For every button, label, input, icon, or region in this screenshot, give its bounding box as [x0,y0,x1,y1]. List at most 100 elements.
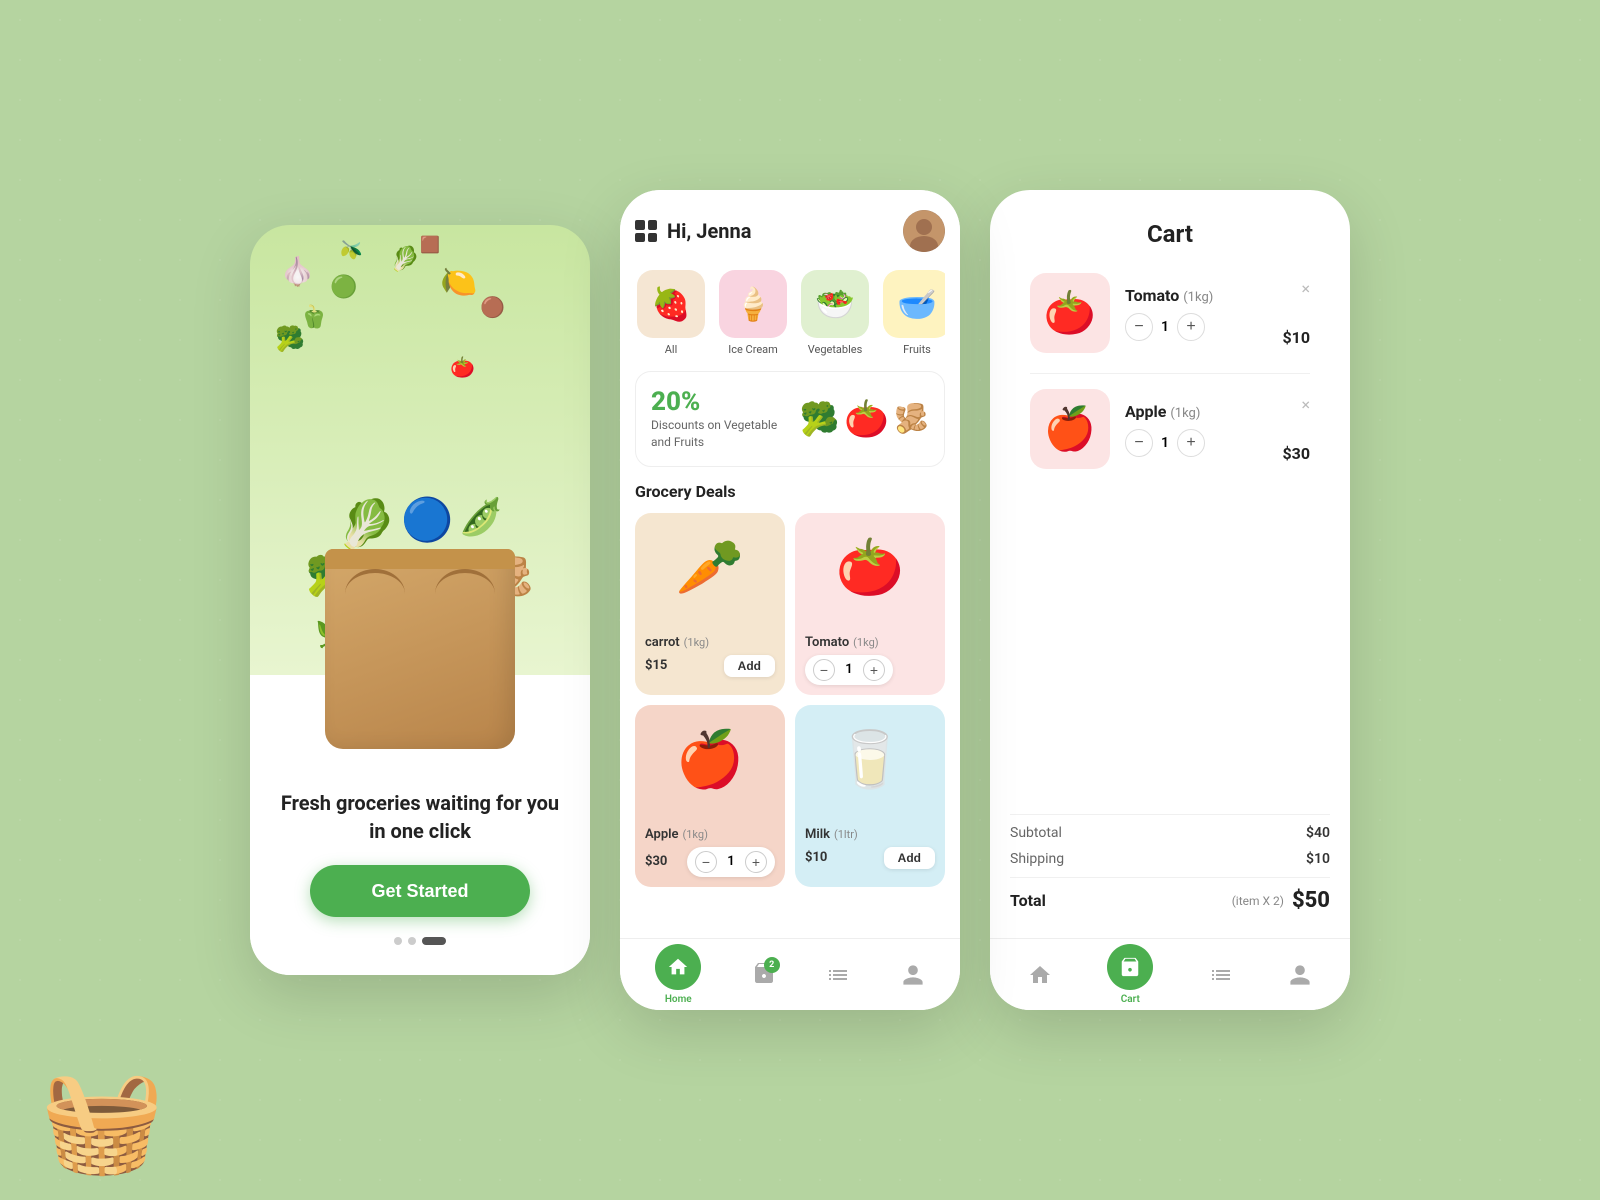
cart-divider-1 [1030,373,1310,374]
screen-cart: Cart 🍅 Tomato (1kg) − 1 + [990,190,1350,1010]
profile-nav-icon [901,963,925,987]
carrot-image: 🥕 [635,513,785,623]
category-all-emoji: 🍓 [651,285,691,323]
apple-emoji: 🍎 [676,728,744,792]
category-fruits-icon: 🥣 [883,270,945,338]
promo-text: 20% Discounts on Vegetable and Fruits [651,387,781,451]
cart-apple-qty: − 1 + [1125,429,1267,457]
dot-active [422,937,446,945]
summary-divider-top [1010,814,1330,815]
cart-apple-increase[interactable]: + [1177,429,1205,457]
header-left: Hi, Jenna [635,219,751,243]
cart-item-tomato: 🍅 Tomato (1kg) − 1 + × $10 [1030,273,1310,353]
cart-tomato-decrease[interactable]: − [1125,313,1153,341]
products-grid: 🥕 carrot (1kg) $15 Add [635,513,945,897]
tomato-increase-button[interactable]: + [863,659,885,681]
nav-profile[interactable] [901,963,925,987]
category-fruits[interactable]: 🥣 Fruits [881,270,945,356]
nav-list[interactable] [826,963,850,987]
tomato-qty-control: − 1 + [805,655,893,685]
cart-apple-decrease[interactable]: − [1125,429,1153,457]
apple-decrease-button[interactable]: − [695,851,717,873]
category-icecream-icon: 🍦 [719,270,787,338]
tomato-qty: 1 [843,662,855,677]
apple-qty-control: − 1 + [687,847,775,877]
category-icecream[interactable]: 🍦 Ice Cream [717,270,789,356]
cart-content: Cart 🍅 Tomato (1kg) − 1 + [990,190,1350,809]
cart-tomato-qty-num: 1 [1161,319,1169,335]
cart-apple-name: Apple [1125,402,1166,421]
summary-shipping-row: Shipping $10 [1010,851,1330,867]
carrot-add-button[interactable]: Add [724,655,775,677]
user-avatar[interactable] [903,210,945,252]
category-all[interactable]: 🍓 All [635,270,707,356]
home-nav-label: Home [665,994,692,1005]
home-header: Hi, Jenna [635,210,945,252]
cart-apple-right: × $30 [1282,395,1310,463]
grocery-deals-title: Grocery Deals [635,482,945,501]
cart-tomato-increase[interactable]: + [1177,313,1205,341]
cart-nav-label: Cart [1121,994,1140,1005]
promo-images: 🥦 🍅 🫚 [799,398,929,440]
bottom-nav-cart: Cart [990,938,1350,1010]
promo-description: Discounts on Vegetable and Fruits [651,417,781,451]
cart-tomato-qty: − 1 + [1125,313,1267,341]
bottom-nav-home: Home 2 [620,938,960,1010]
cart-icon-svg [1119,956,1141,978]
nav-home[interactable]: Home [655,944,701,1005]
apple-increase-button[interactable]: + [745,851,767,873]
category-vegetables[interactable]: 🥗 Vegetables [799,270,871,356]
product-card-carrot: 🥕 carrot (1kg) $15 Add [635,513,785,695]
greeting-text: Hi, Jenna [667,219,751,243]
basket-decoration: 🧺 [40,1063,165,1180]
apple-image: 🍎 [635,705,785,815]
apple-qty: 1 [725,854,737,869]
product-card-apple: 🍎 Apple (1kg) $30 − 1 + [635,705,785,887]
milk-info: Milk (1ltr) $10 Add [795,815,945,879]
cart-screen-home-icon [1028,963,1052,987]
cart-list-icon [1209,963,1233,987]
welcome-bottom: Fresh groceries waiting for you in one c… [250,759,590,975]
category-icecream-label: Ice Cream [728,343,778,356]
grid-cell-2 [648,220,658,230]
tomato-emoji: 🍅 [836,536,904,600]
category-vegetables-label: Vegetables [808,343,863,356]
summary-subtotal-row: Subtotal $40 [1010,825,1330,841]
cart-nav-list[interactable] [1209,963,1233,987]
promo-percent: 20% [651,387,781,417]
cart-nav-cart[interactable]: Cart [1107,944,1153,1005]
milk-bottom: $10 Add [805,847,935,869]
total-value: $50 [1292,888,1330,913]
tomato-decrease-button[interactable]: − [813,659,835,681]
milk-image: 🥛 [795,705,945,815]
cart-tomato-name: Tomato [1125,286,1179,305]
get-started-button[interactable]: Get Started [310,865,530,917]
items-note: (item X 2) [1232,894,1284,908]
milk-emoji: 🥛 [836,728,904,792]
cart-tomato-image: 🍅 [1030,273,1110,353]
menu-icon[interactable] [635,220,657,242]
carrot-emoji: 🥕 [676,536,744,600]
milk-add-button[interactable]: Add [884,847,935,869]
cart-nav-profile[interactable] [1288,963,1312,987]
cart-tomato-close[interactable]: × [1301,279,1310,298]
category-icecream-emoji: 🍦 [733,285,773,323]
screen-welcome: 🧄 🟢 🥬 🍋 🟤 🫒 🫑 🥦 🍅 🟫 🥬 🔵 [250,225,590,975]
categories-row: 🍓 All 🍦 Ice Cream 🥗 Vegetables [635,270,945,356]
promo-banner[interactable]: 20% Discounts on Vegetable and Fruits 🥦 … [635,371,945,467]
promo-veg-3: 🫚 [894,402,929,435]
carrot-info: carrot (1kg) $15 Add [635,623,785,687]
apple-bottom: $30 − 1 + [645,847,775,877]
total-right: (item X 2) $50 [1232,888,1330,913]
cart-nav-home[interactable] [1028,963,1052,987]
cart-items-area: 🍅 Tomato (1kg) − 1 + × $10 [1010,273,1330,469]
carrot-name: carrot (1kg) [645,631,775,650]
cart-tomato-right: × $10 [1282,279,1310,347]
category-all-label: All [665,343,678,356]
carrot-bottom: $15 Add [645,655,775,677]
cart-spacer [1010,489,1330,639]
cart-apple-close[interactable]: × [1301,395,1310,414]
cart-apple-info: Apple (1kg) − 1 + [1125,402,1267,457]
nav-cart[interactable]: 2 [752,961,776,989]
cart-tomato-price: $10 [1282,328,1310,347]
